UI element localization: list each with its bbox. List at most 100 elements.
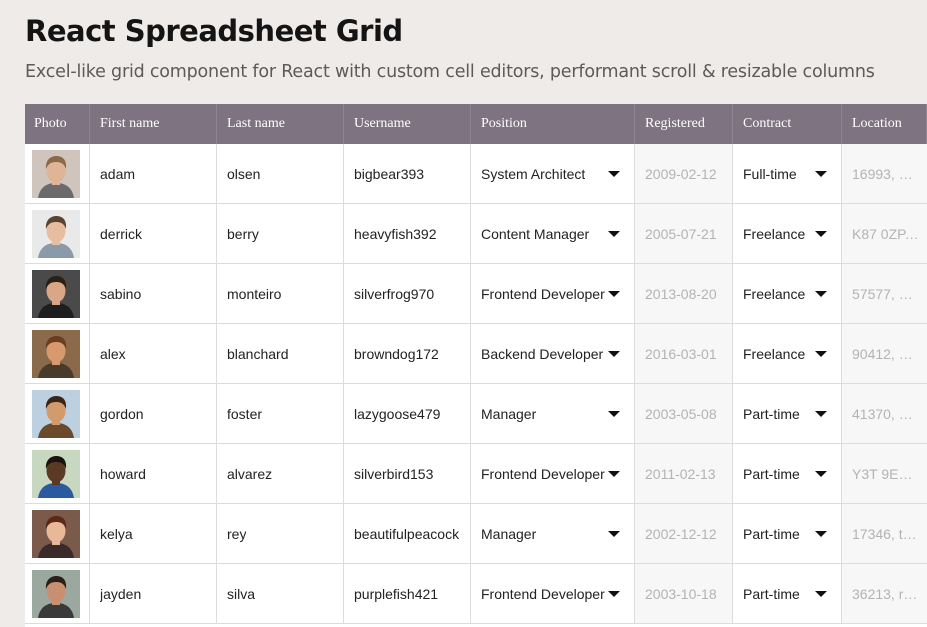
column-header-contract[interactable]: Contract — [733, 104, 842, 144]
username-cell[interactable]: browndog172 — [344, 324, 471, 383]
caret-down-icon[interactable] — [815, 410, 827, 417]
registered-cell: 2003-10-18 — [635, 564, 733, 623]
caret-down-icon[interactable] — [608, 410, 620, 417]
contract-select[interactable]: Freelance — [733, 324, 842, 383]
avatar — [32, 389, 80, 438]
location-cell: K87 0ZP, chi — [842, 204, 927, 263]
location-value: 90412, nîmes — [852, 345, 919, 362]
location-cell: 36213, ranch — [842, 564, 927, 623]
first-name-cell[interactable]: jayden — [90, 564, 217, 623]
username-cell[interactable]: heavyfish392 — [344, 204, 471, 263]
first-name-cell[interactable]: alex — [90, 324, 217, 383]
contract-select[interactable]: Part-time — [733, 384, 842, 443]
username: silverbird153 — [354, 465, 434, 482]
avatar — [32, 149, 80, 198]
column-header-position[interactable]: Position — [471, 104, 635, 144]
location-cell: 57577, osasc — [842, 264, 927, 323]
username-cell[interactable]: silverbird153 — [344, 444, 471, 503]
location-value: K87 0ZP, chi — [852, 225, 919, 242]
column-header-first-name[interactable]: First name — [90, 104, 217, 144]
registered-cell: 2005-07-21 — [635, 204, 733, 263]
last-name: foster — [227, 405, 263, 422]
contract-select[interactable]: Freelance — [733, 204, 842, 263]
contract-select[interactable]: Part-time — [733, 444, 842, 503]
column-header-location[interactable]: Location — [842, 104, 927, 144]
column-header-registered[interactable]: Registered — [635, 104, 733, 144]
photo-cell[interactable] — [25, 444, 90, 503]
registered-cell: 2013-08-20 — [635, 264, 733, 323]
last-name-cell[interactable]: blanchard — [217, 324, 344, 383]
caret-down-icon[interactable] — [815, 530, 827, 537]
caret-down-icon[interactable] — [815, 590, 827, 597]
registered-date: 2011-02-13 — [645, 465, 716, 482]
registered-date: 2005-07-21 — [645, 225, 717, 242]
username-cell[interactable]: purplefish421 — [344, 564, 471, 623]
first-name-cell[interactable]: howard — [90, 444, 217, 503]
avatar — [32, 329, 80, 378]
caret-down-icon[interactable] — [815, 230, 827, 237]
contract-value: Freelance — [743, 345, 806, 362]
caret-down-icon[interactable] — [608, 530, 620, 537]
username-cell[interactable]: lazygoose479 — [344, 384, 471, 443]
caret-down-icon[interactable] — [608, 170, 620, 177]
last-name-cell[interactable]: berry — [217, 204, 344, 263]
column-header-last-name[interactable]: Last name — [217, 104, 344, 144]
contract-select[interactable]: Freelance — [733, 264, 842, 323]
first-name-cell[interactable]: derrick — [90, 204, 217, 263]
registered-cell: 2009-02-12 — [635, 144, 733, 203]
last-name-cell[interactable]: silva — [217, 564, 344, 623]
column-header-photo[interactable]: Photo — [25, 104, 90, 144]
position-select[interactable]: Content Manager — [471, 204, 635, 263]
caret-down-icon[interactable] — [815, 290, 827, 297]
first-name: alex — [100, 345, 126, 362]
column-header-username[interactable]: Username — [344, 104, 471, 144]
caret-down-icon[interactable] — [608, 470, 620, 477]
first-name-cell[interactable]: kelya — [90, 504, 217, 563]
last-name-cell[interactable]: olsen — [217, 144, 344, 203]
position-select[interactable]: Frontend Developer — [471, 264, 635, 323]
first-name-cell[interactable]: sabino — [90, 264, 217, 323]
first-name: adam — [100, 165, 136, 182]
photo-cell[interactable] — [25, 264, 90, 323]
last-name-cell[interactable]: alvarez — [217, 444, 344, 503]
contract-select[interactable]: Part-time — [733, 504, 842, 563]
caret-down-icon[interactable] — [608, 590, 620, 597]
first-name-cell[interactable]: adam — [90, 144, 217, 203]
position-select[interactable]: Frontend Developer — [471, 444, 635, 503]
last-name-cell[interactable]: foster — [217, 384, 344, 443]
photo-cell[interactable] — [25, 324, 90, 383]
caret-down-icon[interactable] — [608, 290, 620, 297]
first-name: derrick — [100, 225, 143, 242]
username-cell[interactable]: silverfrog970 — [344, 264, 471, 323]
last-name: berry — [227, 225, 259, 242]
caret-down-icon[interactable] — [608, 230, 620, 237]
contract-select[interactable]: Full-time — [733, 144, 842, 203]
photo-cell[interactable] — [25, 384, 90, 443]
photo-cell[interactable] — [25, 564, 90, 623]
first-name: howard — [100, 465, 146, 482]
caret-down-icon[interactable] — [815, 170, 827, 177]
contract-value: Full-time — [743, 165, 797, 182]
position-select[interactable]: Frontend Developer — [471, 564, 635, 623]
location-value: 17346, toulor — [852, 525, 919, 542]
position-select[interactable]: Backend Developer — [471, 324, 635, 383]
position-select[interactable]: System Architect — [471, 144, 635, 203]
position-select[interactable]: Manager — [471, 384, 635, 443]
caret-down-icon[interactable] — [815, 350, 827, 357]
photo-cell[interactable] — [25, 204, 90, 263]
position-value: System Architect — [481, 165, 586, 182]
position-select[interactable]: Manager — [471, 504, 635, 563]
caret-down-icon[interactable] — [815, 470, 827, 477]
username-cell[interactable]: bigbear393 — [344, 144, 471, 203]
first-name-cell[interactable]: gordon — [90, 384, 217, 443]
last-name-cell[interactable]: rey — [217, 504, 344, 563]
caret-down-icon[interactable] — [608, 350, 620, 357]
photo-cell[interactable] — [25, 504, 90, 563]
last-name-cell[interactable]: monteiro — [217, 264, 344, 323]
photo-cell[interactable] — [25, 144, 90, 203]
username-cell[interactable]: beautifulpeacock — [344, 504, 471, 563]
table-row: gordon foster lazygoose479 Manager 2003-05-0… — [25, 384, 927, 444]
contract-select[interactable]: Part-time — [733, 564, 842, 623]
last-name: alvarez — [227, 465, 273, 482]
last-name: monteiro — [227, 285, 282, 302]
